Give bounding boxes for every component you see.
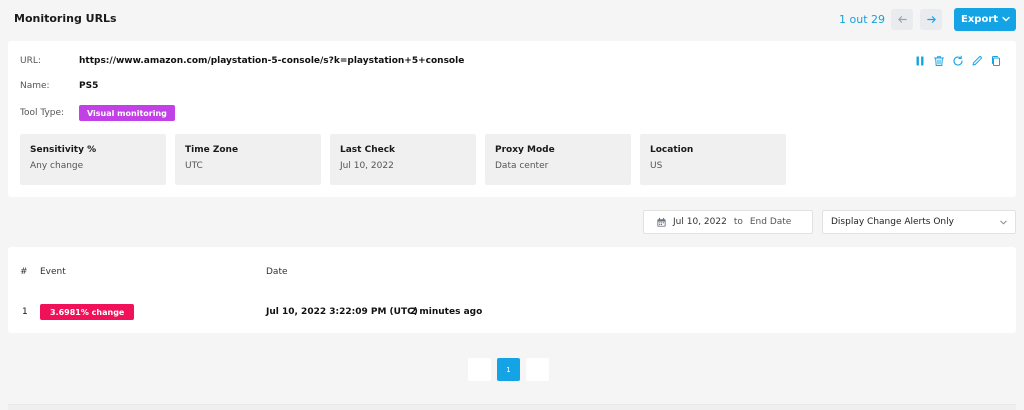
info-last-check: Last Check Jul 10, 2022 [330, 134, 476, 185]
trash-icon [933, 55, 944, 66]
info-value: Data center [495, 161, 549, 171]
info-title: Location [650, 145, 694, 155]
info-value: Any change [30, 161, 84, 171]
info-proxy-mode: Proxy Mode Data center [485, 134, 631, 185]
export-label: Export [961, 14, 999, 25]
info-time-zone: Time Zone UTC [175, 134, 321, 185]
tool-type-badge: Visual monitoring [79, 105, 175, 121]
column-header-date: Date [266, 267, 288, 277]
previous-url-button[interactable] [891, 9, 913, 30]
arrow-right-icon [926, 16, 936, 23]
name-value: PS5 [79, 81, 99, 91]
export-button[interactable]: Export [954, 8, 1016, 31]
pencil-icon [972, 55, 982, 65]
chevron-down-icon [1000, 220, 1007, 225]
url-details-card: URL: https://www.amazon.com/playstation-… [8, 41, 1016, 197]
tool-type-label: Tool Type: [20, 108, 65, 118]
pagination: 1 [468, 358, 549, 381]
column-header-event: Event [40, 267, 66, 277]
pagination-next[interactable] [526, 358, 549, 381]
end-date-placeholder: End Date [749, 217, 792, 227]
next-url-button[interactable] [920, 9, 942, 30]
url-label: URL: [20, 56, 41, 66]
pause-button[interactable] [913, 54, 926, 67]
pause-icon [916, 56, 923, 65]
arrow-left-icon [897, 16, 907, 23]
date-range-separator: to [733, 217, 743, 227]
info-title: Proxy Mode [495, 145, 555, 155]
url-counter: 1 out 29 [839, 13, 886, 26]
page-header: Monitoring URLs 1 out 29 Export [0, 0, 1024, 40]
chevron-down-icon [1002, 16, 1010, 22]
alert-filter-value: Display Change Alerts Only [831, 217, 954, 227]
edit-button[interactable] [970, 54, 983, 67]
url-value: https://www.amazon.com/playstation-5-con… [79, 56, 465, 66]
alert-filter-select[interactable]: Display Change Alerts Only [822, 210, 1016, 234]
refresh-button[interactable] [951, 54, 964, 67]
date-range-picker[interactable]: Jul 10, 2022 to End Date [643, 210, 813, 234]
info-title: Sensitivity % [30, 145, 97, 155]
pagination-page[interactable]: 1 [497, 358, 520, 381]
url-actions [913, 54, 1002, 68]
info-title: Last Check [340, 145, 396, 155]
refresh-icon [952, 55, 963, 66]
copy-icon [991, 55, 1000, 66]
copy-button[interactable] [989, 54, 1002, 67]
calendar-icon [657, 217, 666, 227]
start-date: Jul 10, 2022 [673, 217, 727, 227]
footer-divider [8, 404, 1016, 410]
page-title: Monitoring URLs [14, 12, 117, 25]
delete-button[interactable] [932, 54, 945, 67]
info-value: US [650, 161, 663, 171]
events-table: # Event Date 1 3.6981% change Jul 10, 20… [8, 247, 1016, 333]
info-value: UTC [185, 161, 203, 171]
row-index: 1 [22, 307, 28, 317]
info-sensitivity: Sensitivity % Any change [20, 134, 166, 185]
event-relative-time: 2 minutes ago [410, 307, 483, 317]
info-title: Time Zone [185, 145, 239, 155]
change-badge[interactable]: 3.6981% change [40, 304, 135, 320]
info-location: Location US [640, 134, 786, 185]
info-value: Jul 10, 2022 [340, 161, 394, 171]
column-header-index: # [20, 267, 28, 277]
event-date: Jul 10, 2022 3:22:09 PM (UTC) [266, 307, 418, 317]
name-label: Name: [20, 81, 50, 91]
pagination-previous[interactable] [468, 358, 491, 381]
